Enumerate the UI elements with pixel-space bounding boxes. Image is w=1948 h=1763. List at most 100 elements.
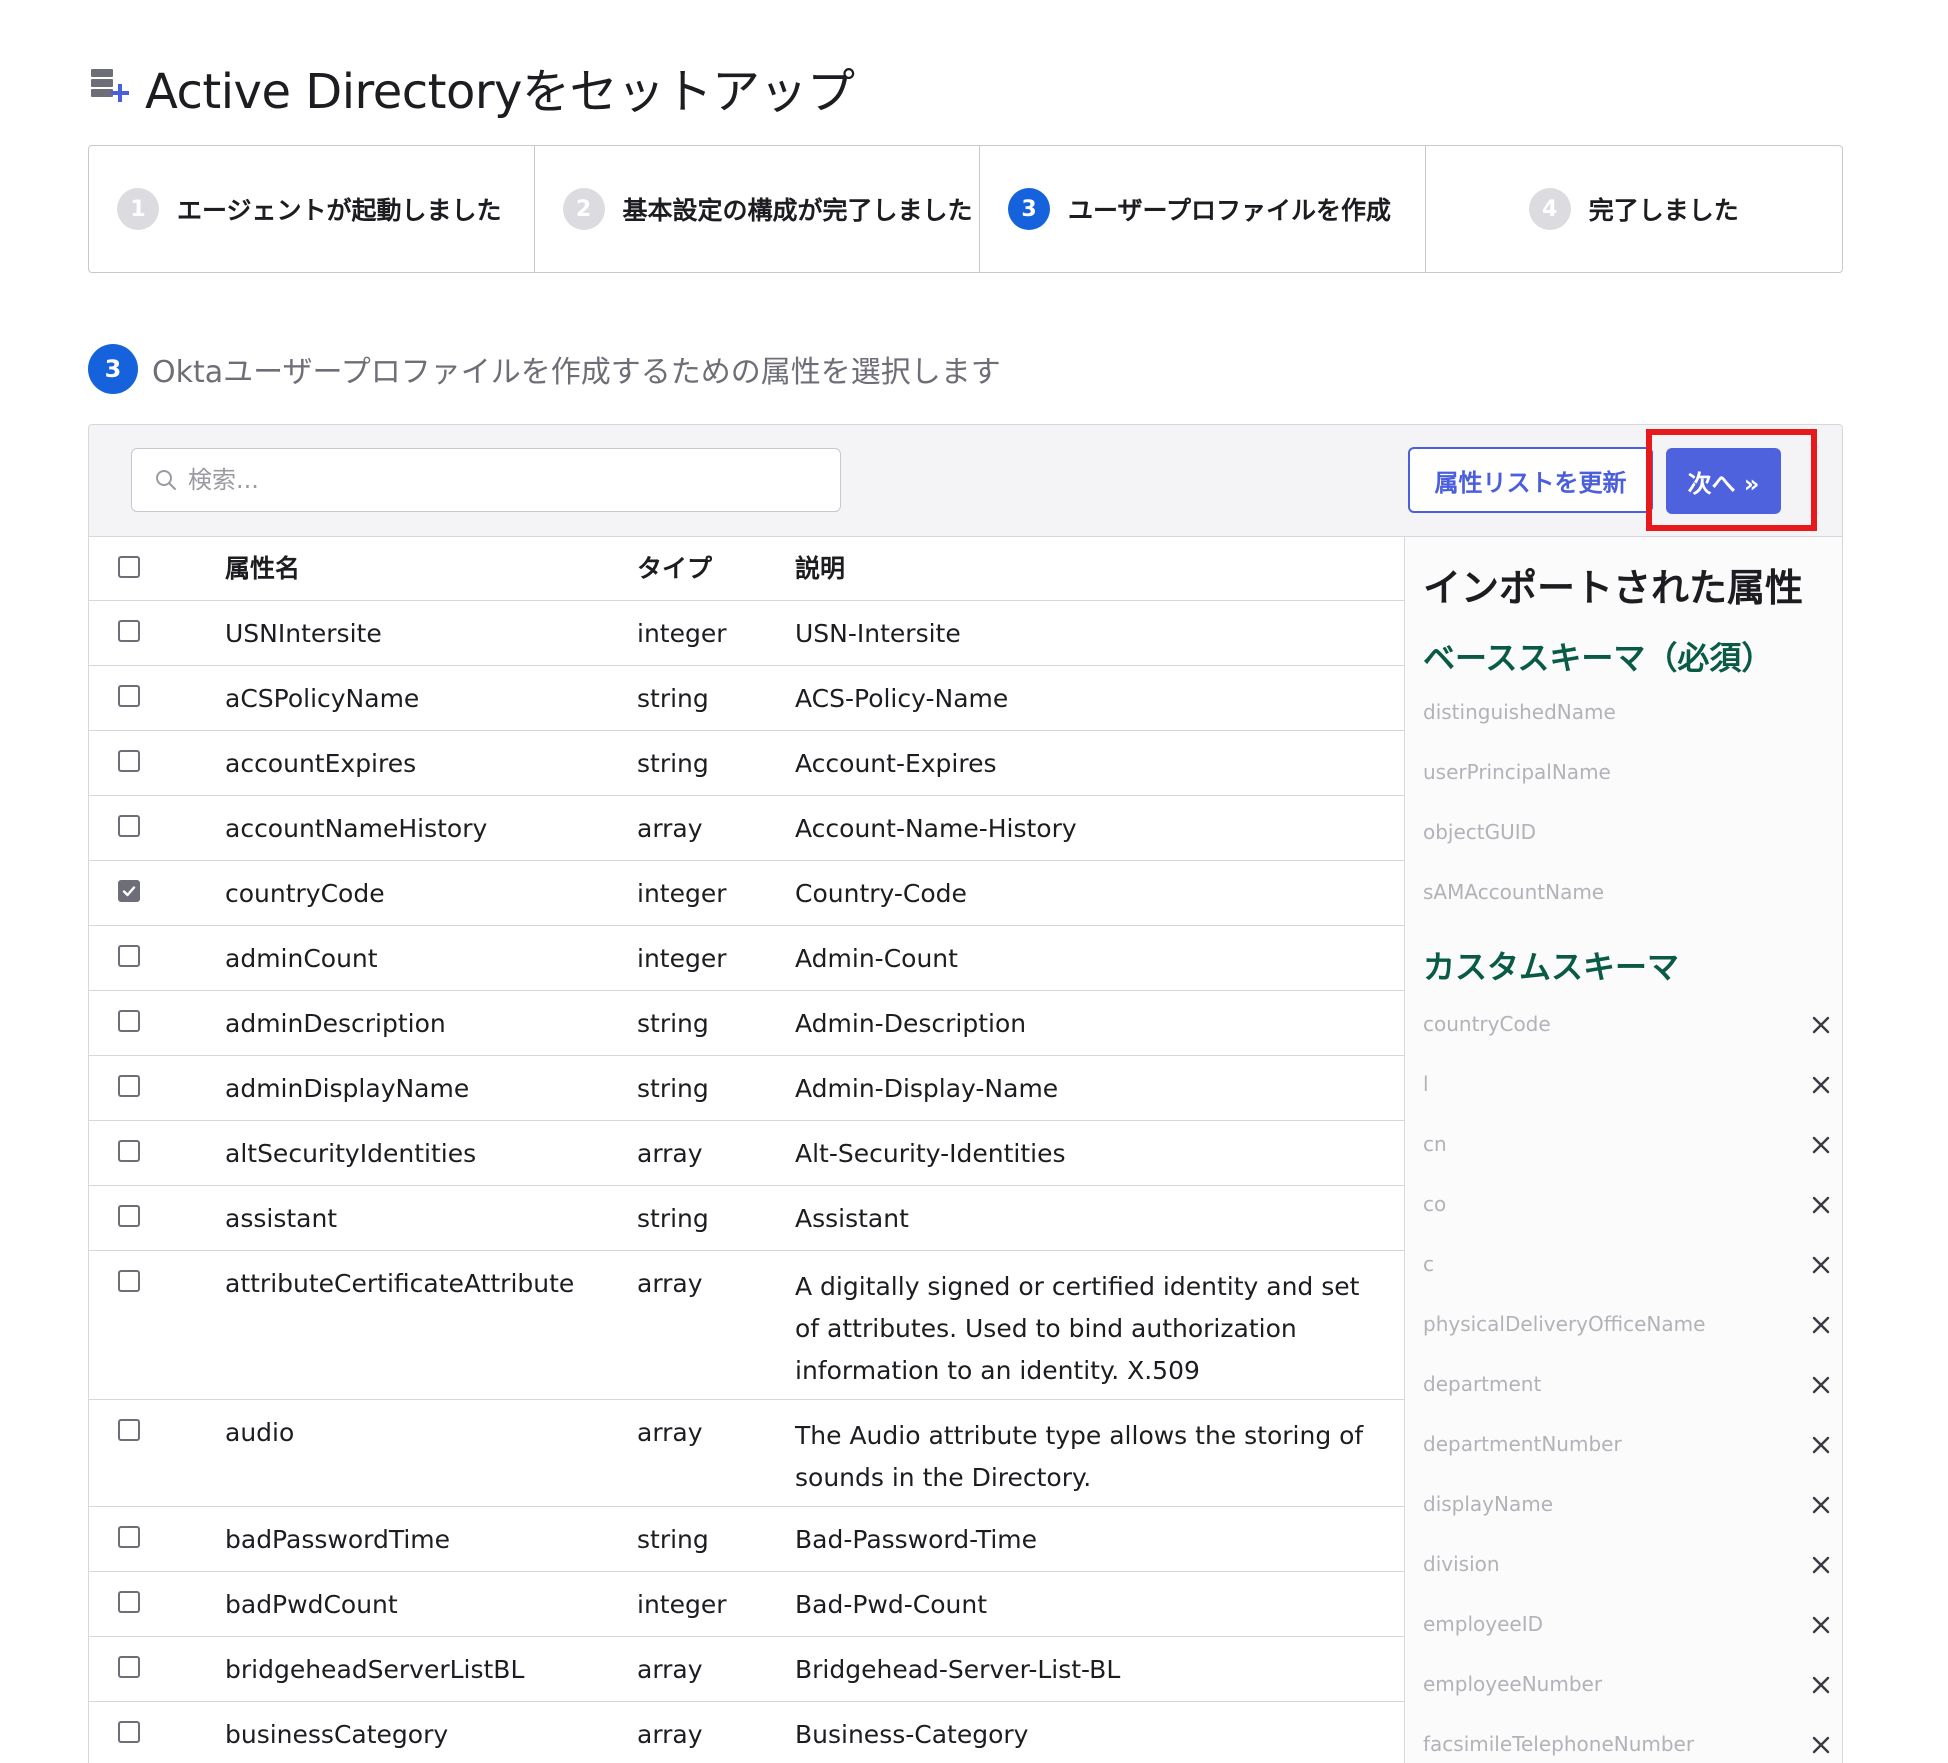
remove-icon[interactable]: [1811, 1255, 1831, 1275]
section-number: 3: [88, 344, 138, 394]
step-number: 2: [562, 188, 605, 230]
row-checkbox[interactable]: [118, 620, 140, 642]
attribute-desc: Account-Name-History: [795, 814, 1077, 843]
row-checkbox[interactable]: [118, 1205, 140, 1227]
attribute-name: adminDescription: [225, 1009, 446, 1038]
search-input[interactable]: [188, 466, 828, 494]
table-row[interactable]: countryCode integer Country-Code: [89, 861, 1404, 926]
remove-icon[interactable]: [1811, 1735, 1831, 1755]
column-header-name: 属性名: [225, 554, 301, 583]
attribute-name: attributeCertificateAttribute: [225, 1269, 575, 1298]
remove-icon[interactable]: [1811, 1135, 1831, 1155]
remove-icon[interactable]: [1811, 1675, 1831, 1695]
row-checkbox-checked[interactable]: [118, 880, 140, 902]
remove-icon[interactable]: [1811, 1555, 1831, 1575]
table-row[interactable]: attributeCertificateAttribute array A di…: [89, 1251, 1404, 1400]
select-all-checkbox[interactable]: [118, 556, 140, 578]
attribute-type: string: [637, 1074, 709, 1103]
attribute-name: adminDisplayName: [225, 1074, 470, 1103]
row-checkbox[interactable]: [118, 685, 140, 707]
table-row[interactable]: adminDisplayName string Admin-Display-Na…: [89, 1056, 1404, 1121]
attribute-desc: Bad-Pwd-Count: [795, 1590, 988, 1619]
attribute-panel: 属性リストを更新 次へ » 属性名 タイプ 説明 USNIntersite in…: [88, 424, 1843, 1763]
search-box[interactable]: [131, 448, 841, 512]
table-row[interactable]: adminDescription string Admin-Descriptio…: [89, 991, 1404, 1056]
table-row[interactable]: altSecurityIdentities array Alt-Security…: [89, 1121, 1404, 1186]
custom-item-label: displayName: [1423, 1492, 1554, 1516]
remove-icon[interactable]: [1811, 1435, 1831, 1455]
attribute-desc: Business-Category: [795, 1720, 1029, 1749]
table-header: 属性名 タイプ 説明: [89, 537, 1404, 601]
attribute-desc: Country-Code: [795, 879, 967, 908]
custom-item-label: c: [1423, 1252, 1434, 1276]
row-checkbox[interactable]: [118, 1526, 140, 1548]
table-row[interactable]: accountNameHistory array Account-Name-Hi…: [89, 796, 1404, 861]
attribute-type: integer: [637, 944, 727, 973]
attribute-name: badPwdCount: [225, 1590, 398, 1619]
section-title: Oktaユーザープロファイルを作成するための属性を選択します: [152, 355, 1001, 390]
table-row[interactable]: accountExpires string Account-Expires: [89, 731, 1404, 796]
step-label: 基本設定の構成が完了しました: [622, 196, 973, 225]
step-number: 1: [117, 188, 159, 230]
custom-item-label: physicalDeliveryOfficeName: [1423, 1312, 1706, 1336]
attribute-name: bridgeheadServerListBL: [225, 1655, 525, 1684]
base-schema-item: objectGUID: [1423, 820, 1537, 844]
next-button[interactable]: 次へ »: [1666, 448, 1781, 514]
attribute-name: accountNameHistory: [225, 814, 488, 843]
row-checkbox[interactable]: [118, 1419, 140, 1441]
table-row[interactable]: badPasswordTime string Bad-Password-Time: [89, 1507, 1404, 1572]
table-row[interactable]: badPwdCount integer Bad-Pwd-Count: [89, 1572, 1404, 1637]
attribute-desc: Assistant: [795, 1204, 909, 1233]
attribute-name: countryCode: [225, 879, 385, 908]
attribute-name: USNIntersite: [225, 619, 382, 648]
attribute-desc: ACS-Policy-Name: [795, 684, 1009, 713]
remove-icon[interactable]: [1811, 1075, 1831, 1095]
row-checkbox[interactable]: [118, 1010, 140, 1032]
row-checkbox[interactable]: [118, 1656, 140, 1678]
table-row[interactable]: bridgeheadServerListBL array Bridgehead-…: [89, 1637, 1404, 1702]
row-checkbox[interactable]: [118, 1591, 140, 1613]
row-checkbox[interactable]: [118, 1270, 140, 1292]
attribute-type: integer: [637, 619, 727, 648]
refresh-attributes-button[interactable]: 属性リストを更新: [1408, 447, 1653, 513]
attribute-type: array: [637, 1720, 703, 1749]
attribute-desc: The Audio attribute type allows the stor…: [795, 1421, 1364, 1492]
column-header-type: タイプ: [637, 554, 713, 583]
attribute-desc: Alt-Security-Identities: [795, 1139, 1066, 1168]
table-row[interactable]: audio array The Audio attribute type all…: [89, 1400, 1404, 1507]
attribute-name: badPasswordTime: [225, 1525, 451, 1554]
row-checkbox[interactable]: [118, 1140, 140, 1162]
row-checkbox[interactable]: [118, 1075, 140, 1097]
attribute-type: array: [637, 814, 703, 843]
custom-item-label: co: [1423, 1192, 1447, 1216]
remove-icon[interactable]: [1811, 1195, 1831, 1215]
row-checkbox[interactable]: [118, 1721, 140, 1743]
row-checkbox[interactable]: [118, 750, 140, 772]
remove-icon[interactable]: [1811, 1015, 1831, 1035]
custom-item-label: cn: [1423, 1132, 1447, 1156]
remove-icon[interactable]: [1811, 1495, 1831, 1515]
base-schema-item: userPrincipalName: [1423, 760, 1611, 784]
directory-add-icon: [91, 69, 129, 102]
row-checkbox[interactable]: [118, 815, 140, 837]
remove-icon[interactable]: [1811, 1615, 1831, 1635]
remove-icon[interactable]: [1811, 1375, 1831, 1395]
attribute-name: altSecurityIdentities: [225, 1139, 477, 1168]
remove-icon[interactable]: [1811, 1315, 1831, 1335]
attribute-desc: Bad-Password-Time: [795, 1525, 1038, 1554]
table-row[interactable]: aCSPolicyName string ACS-Policy-Name: [89, 666, 1404, 731]
custom-schema-item: displayName: [1423, 1489, 1833, 1549]
base-schema-item: sAMAccountName: [1423, 880, 1605, 904]
table-row[interactable]: adminCount integer Admin-Count: [89, 926, 1404, 991]
custom-item-label: l: [1423, 1072, 1429, 1096]
table-row[interactable]: assistant string Assistant: [89, 1186, 1404, 1251]
step-1: 1 エージェントが起動しました: [89, 146, 535, 272]
page-title: Active Directoryをセットアップ: [145, 64, 855, 120]
custom-schema-item: physicalDeliveryOfficeName: [1423, 1309, 1833, 1369]
table-row[interactable]: USNIntersite integer USN-Intersite: [89, 601, 1404, 666]
step-label: 完了しました: [1588, 196, 1739, 225]
row-checkbox[interactable]: [118, 945, 140, 967]
table-row[interactable]: businessCategory array Business-Category: [89, 1702, 1404, 1763]
attribute-type: array: [637, 1418, 703, 1447]
attribute-name: aCSPolicyName: [225, 684, 420, 713]
